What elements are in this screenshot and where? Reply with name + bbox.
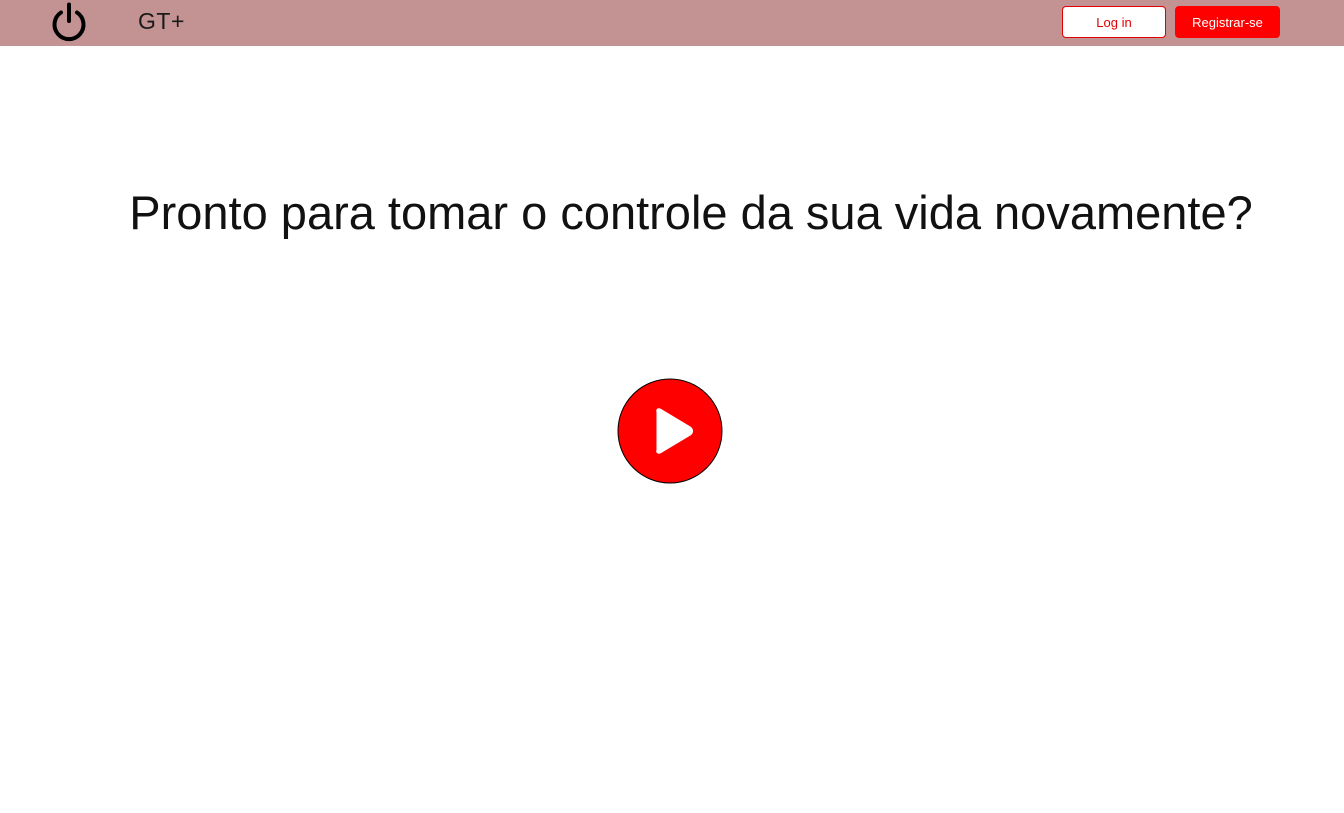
hero-headline: Pronto para tomar o controle da sua vida… [129,186,1253,239]
register-button[interactable]: Registrar-se [1175,6,1280,38]
play-icon [617,378,723,484]
login-button[interactable]: Log in [1062,6,1166,38]
play-video-button[interactable] [617,378,723,484]
brand-name[interactable]: GT+ [138,7,185,35]
top-navbar: GT+ Log in Registrar-se [0,0,1344,46]
power-icon[interactable] [50,2,88,42]
